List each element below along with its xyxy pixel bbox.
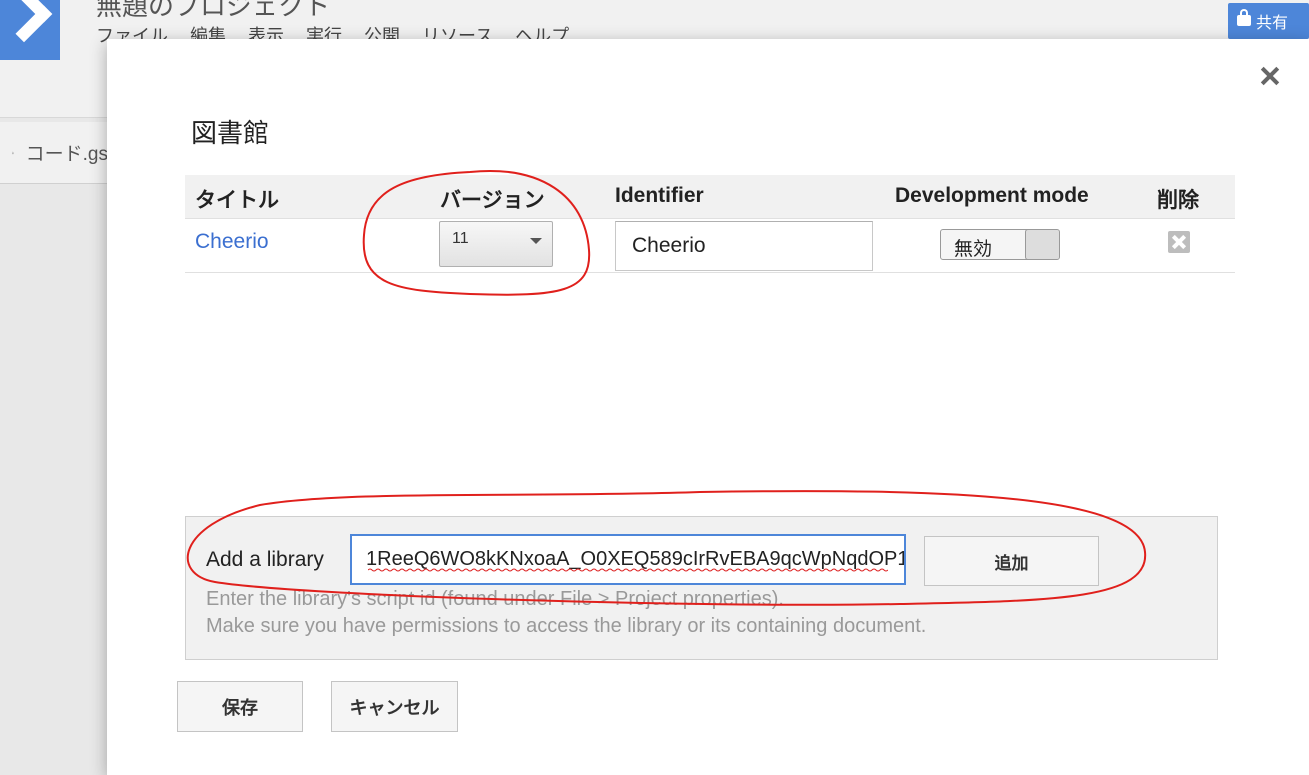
column-dev-mode: Development mode (895, 184, 1089, 207)
share-button[interactable]: 共有 (1228, 3, 1309, 39)
library-row: Cheerio 11 無効 (185, 219, 1235, 273)
sidebar-file-item[interactable]: コード.gs (0, 122, 108, 184)
sidebar: コード.gs (0, 118, 108, 775)
version-select[interactable]: 11 (439, 221, 553, 267)
chevron-down-icon (530, 238, 542, 244)
lock-icon (1237, 9, 1251, 26)
script-id-input[interactable] (350, 534, 906, 585)
app-logo (0, 0, 60, 60)
cancel-button[interactable]: キャンセル (331, 681, 458, 732)
help-text-permissions: Make sure you have permissions to access… (206, 615, 927, 637)
delete-icon[interactable] (1168, 231, 1190, 253)
add-library-button[interactable]: 追加 (924, 536, 1099, 586)
column-delete: 削除 (1157, 189, 1199, 212)
column-version: バージョン (440, 189, 545, 212)
document-icon (12, 151, 14, 154)
column-title: タイトル (195, 189, 279, 212)
close-icon[interactable] (1257, 63, 1283, 89)
development-mode-toggle[interactable]: 無効 (940, 229, 1060, 260)
add-library-label: Add a library (206, 548, 324, 571)
toggle-knob (1025, 230, 1059, 259)
arrow-icon (0, 0, 53, 43)
dialog-title: 図書館 (191, 118, 270, 148)
libraries-dialog: 図書館 タイトル バージョン Identifier Development mo… (107, 39, 1309, 775)
add-library-panel: Add a library 追加 Enter the library's scr… (185, 516, 1218, 660)
sidebar-file-label: コード.gs (25, 144, 108, 165)
share-label: 共有 (1256, 15, 1289, 32)
save-button[interactable]: 保存 (177, 681, 303, 732)
project-title[interactable]: 無題のプロジェクト (96, 0, 330, 23)
version-value: 11 (452, 230, 469, 247)
identifier-input[interactable] (615, 221, 873, 271)
dev-mode-value: 無効 (954, 239, 993, 260)
libraries-table-header: タイトル バージョン Identifier Development mode 削… (185, 175, 1235, 219)
column-identifier: Identifier (615, 184, 704, 207)
help-text-script-id: Enter the library's script id (found und… (206, 588, 784, 610)
library-name-link[interactable]: Cheerio (195, 230, 269, 254)
